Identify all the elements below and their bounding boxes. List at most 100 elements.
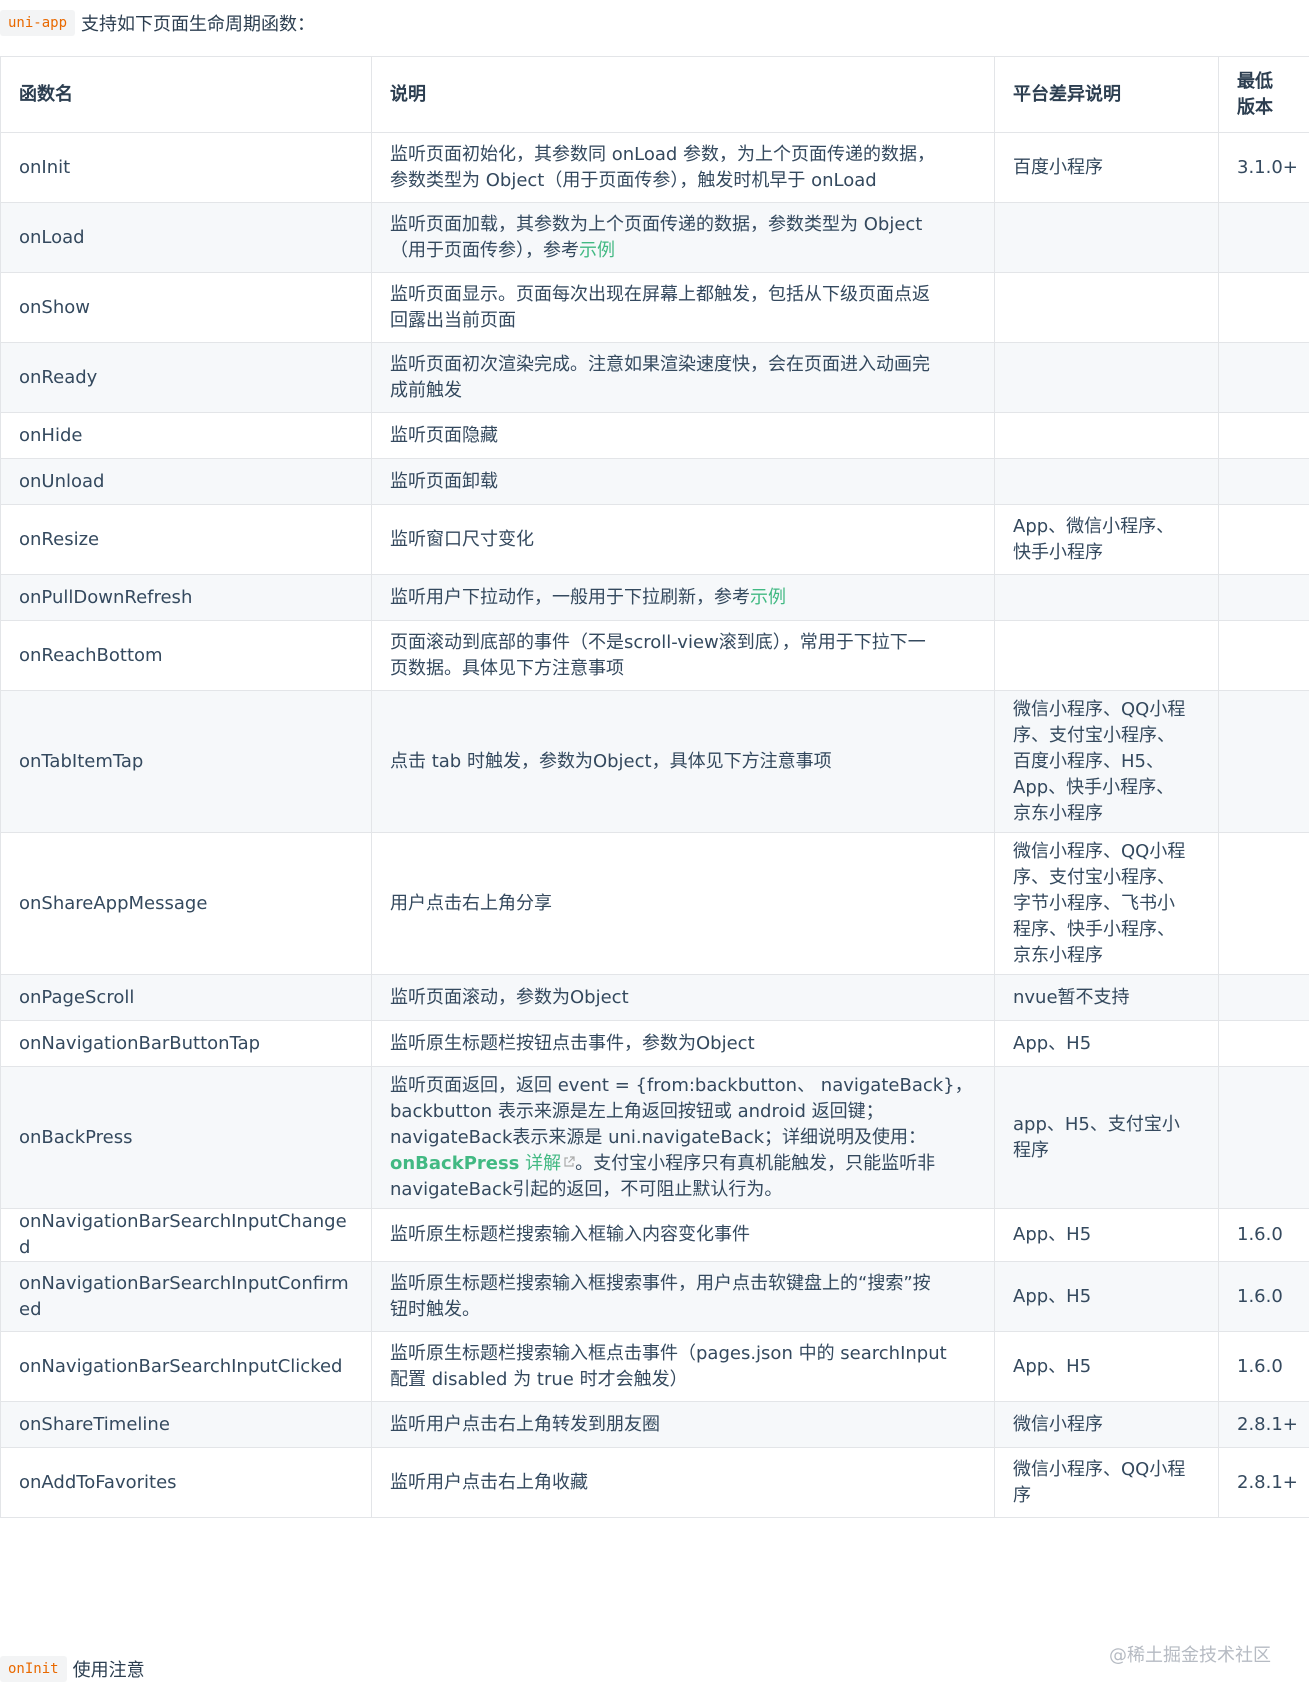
table-header-row: 函数名 说明 平台差异说明 最低 版本 [0, 56, 1309, 133]
row-version [1218, 574, 1309, 621]
footer-text: 使用注意 [72, 1660, 145, 1681]
row-version: 1.6.0 [1218, 1208, 1309, 1262]
row-name: onAddToFavorites [0, 1447, 372, 1518]
row-version: 2.8.1+ [1218, 1401, 1309, 1448]
row-desc: 用户点击右上角分享 [371, 832, 995, 975]
row-version [1218, 1066, 1309, 1209]
external-link-icon [564, 1155, 575, 1167]
row-platform [994, 272, 1219, 343]
example-link[interactable]: 示例 [579, 240, 615, 261]
example-link[interactable]: 示例 [750, 587, 786, 608]
header-desc: 说明 [371, 56, 995, 133]
row-desc: 监听原生标题栏搜索输入框搜索事件，用户点击软键盘上的“搜索”按 钮时触发。 [371, 1261, 995, 1332]
table-row: onShareTimeline 监听用户点击右上角转发到朋友圈 微信小程序 2.… [0, 1401, 1309, 1448]
row-name: onResize [0, 504, 372, 575]
row-version [1218, 412, 1309, 459]
row-name: onShow [0, 272, 372, 343]
row-desc: 监听用户下拉动作，一般用于下拉刷新，参考示例 [371, 574, 995, 621]
row-name: onHide [0, 412, 372, 459]
row-version [1218, 974, 1309, 1021]
row-desc: 监听页面初次渲染完成。注意如果渲染速度快，会在页面进入动画完 成前触发 [371, 342, 995, 413]
row-platform: 微信小程序、QQ小程 序、支付宝小程序、 字节小程序、飞书小 程序、快手小程序、 京东小… [994, 832, 1219, 975]
row-version [1218, 458, 1309, 505]
table-row: onResize 监听窗口尺寸变化 App、微信小程序、 快手小程序 [0, 504, 1309, 575]
row-desc: 点击 tab 时触发，参数为Object，具体见下方注意事项 [371, 690, 995, 833]
row-name: onPullDownRefresh [0, 574, 372, 621]
row-name: onNavigationBarSearchInputChanged [0, 1208, 372, 1262]
row-version [1218, 690, 1309, 833]
row-name: onTabItemTap [0, 690, 372, 833]
row-version [1218, 272, 1309, 343]
table-row: onNavigationBarSearchInputConfirmed 监听原生… [0, 1261, 1309, 1332]
footer-code: onInit [0, 1656, 67, 1682]
row-desc: 监听原生标题栏按钮点击事件，参数为Object [371, 1020, 995, 1067]
table-row: onAddToFavorites 监听用户点击右上角收藏 微信小程序、QQ小程序… [0, 1447, 1309, 1518]
row-name: onBackPress [0, 1066, 372, 1209]
row-version [1218, 1020, 1309, 1067]
row-version: 1.6.0 [1218, 1331, 1309, 1402]
row-platform: app、H5、支付宝小 程序 [994, 1066, 1219, 1209]
row-desc: 监听窗口尺寸变化 [371, 504, 995, 575]
footer-heading: onInit 使用注意 [0, 1652, 145, 1686]
row-platform: 百度小程序 [994, 132, 1219, 203]
watermark: @稀土掘金技术社区 [1109, 1645, 1271, 1666]
header-version: 最低 版本 [1218, 56, 1309, 133]
table-row: onNavigationBarButtonTap 监听原生标题栏按钮点击事件，参… [0, 1020, 1309, 1067]
row-platform: App、微信小程序、 快手小程序 [994, 504, 1219, 575]
table-row: onInit 监听页面初始化，其参数同 onLoad 参数，为上个页面传递的数据… [0, 132, 1309, 203]
row-desc: 监听页面滚动，参数为Object [371, 974, 995, 1021]
table-row: onShareAppMessage 用户点击右上角分享 微信小程序、QQ小程 序、… [0, 832, 1309, 975]
row-platform [994, 202, 1219, 273]
row-platform: 微信小程序、QQ小程序 [994, 1447, 1219, 1518]
row-desc: 监听页面显示。页面每次出现在屏幕上都触发，包括从下级页面点返 回露出当前页面 [371, 272, 995, 343]
row-version [1218, 620, 1309, 691]
row-name: onReady [0, 342, 372, 413]
row-name: onNavigationBarSearchInputConfirmed [0, 1261, 372, 1332]
row-name: onShareAppMessage [0, 832, 372, 975]
intro-code: uni-app [0, 10, 76, 36]
row-platform [994, 342, 1219, 413]
onbackpress-link[interactable]: onBackPress 详解 [390, 1153, 575, 1174]
row-desc: 监听页面初始化，其参数同 onLoad 参数，为上个页面传递的数据， 参数类型为 … [371, 132, 995, 203]
row-desc: 监听页面返回，返回 event = {from:backbutton、 navi… [371, 1066, 995, 1209]
row-name: onLoad [0, 202, 372, 273]
table-row: onLoad 监听页面加载，其参数为上个页面传递的数据，参数类型为 Object… [0, 202, 1309, 273]
row-version [1218, 832, 1309, 975]
table-row: onPullDownRefresh 监听用户下拉动作，一般用于下拉刷新，参考示例 [0, 574, 1309, 621]
row-platform: App、H5 [994, 1261, 1219, 1332]
header-name: 函数名 [0, 56, 372, 133]
row-platform: 微信小程序、QQ小程 序、支付宝小程序、 百度小程序、H5、 App、快手小程序、 京东… [994, 690, 1219, 833]
row-name: onShareTimeline [0, 1401, 372, 1448]
table-row: onPageScroll 监听页面滚动，参数为Object nvue暂不支持 [0, 974, 1309, 1021]
row-platform: nvue暂不支持 [994, 974, 1219, 1021]
row-version: 1.6.0 [1218, 1261, 1309, 1332]
row-name: onReachBottom [0, 620, 372, 691]
lifecycle-table: 函数名 说明 平台差异说明 最低 版本 onInit 监听页面初始化，其参数同 o… [0, 56, 1309, 1518]
row-version: 3.1.0+ [1218, 132, 1309, 203]
intro-line: uni-app 支持如下页面生命周期函数： [0, 6, 315, 40]
table-row: onShow 监听页面显示。页面每次出现在屏幕上都触发，包括从下级页面点返 回露出… [0, 272, 1309, 343]
intro-text: 支持如下页面生命周期函数： [81, 14, 316, 35]
table-row: onReady 监听页面初次渲染完成。注意如果渲染速度快，会在页面进入动画完 成前… [0, 342, 1309, 413]
row-desc: 监听页面隐藏 [371, 412, 995, 459]
row-name: onPageScroll [0, 974, 372, 1021]
header-platform: 平台差异说明 [994, 56, 1219, 133]
row-desc: 监听原生标题栏搜索输入框点击事件（pages.json 中的 searchInp… [371, 1331, 995, 1402]
row-desc: 监听页面加载，其参数为上个页面传递的数据，参数类型为 Object （用于页面传参… [371, 202, 995, 273]
row-platform [994, 620, 1219, 691]
row-desc: 监听用户点击右上角转发到朋友圈 [371, 1401, 995, 1448]
table-row: onUnload 监听页面卸载 [0, 458, 1309, 505]
row-name: onUnload [0, 458, 372, 505]
table-row: onBackPress 监听页面返回，返回 event = {from:back… [0, 1066, 1309, 1209]
row-desc: 监听原生标题栏搜索输入框输入内容变化事件 [371, 1208, 995, 1262]
row-desc: 页面滚动到底部的事件（不是scroll-view滚到底），常用于下拉下一 页数据。… [371, 620, 995, 691]
row-name: onNavigationBarSearchInputClicked [0, 1331, 372, 1402]
row-version: 2.8.1+ [1218, 1447, 1309, 1518]
row-name: onNavigationBarButtonTap [0, 1020, 372, 1067]
table-row: onReachBottom 页面滚动到底部的事件（不是scroll-view滚到… [0, 620, 1309, 691]
row-desc: 监听页面卸载 [371, 458, 995, 505]
table-row: onTabItemTap 点击 tab 时触发，参数为Object，具体见下方注… [0, 690, 1309, 833]
table-row: onNavigationBarSearchInputChanged 监听原生标题… [0, 1208, 1309, 1262]
row-name: onInit [0, 132, 372, 203]
row-platform [994, 412, 1219, 459]
